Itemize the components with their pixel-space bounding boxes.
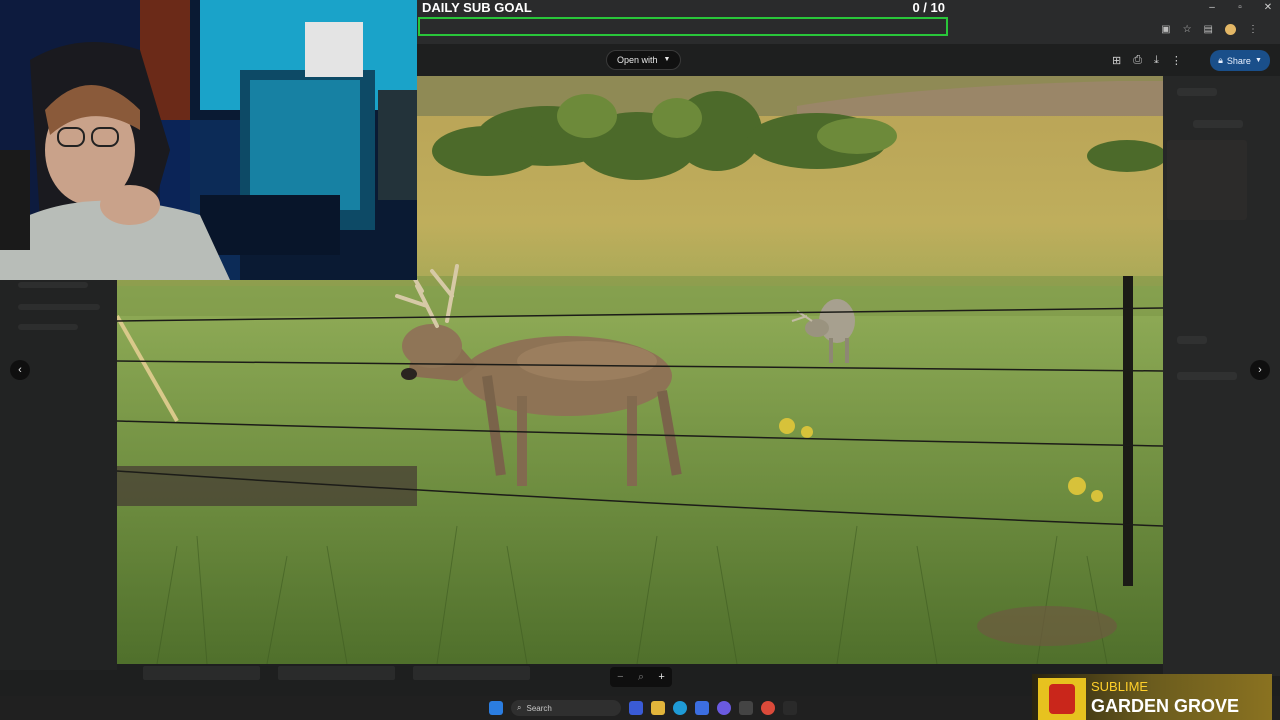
bookmark-star-icon[interactable]: ☆: [1183, 24, 1192, 35]
share-label: Share: [1226, 55, 1251, 66]
faded-text: [18, 282, 88, 288]
now-playing-widget: SUBLIME GARDEN GROVE: [1032, 674, 1272, 720]
viewer-actions: ⊞ ⎙ ⤓ ⋮: [1112, 54, 1182, 67]
faded-text: [1177, 88, 1217, 96]
more-options-icon[interactable]: ⋮: [1171, 54, 1182, 67]
webcam-overlay: [0, 0, 417, 280]
chrome-icon[interactable]: [761, 701, 775, 715]
open-with-label: Open with: [617, 55, 658, 65]
faded-thumbnail: [278, 666, 395, 680]
profile-avatar[interactable]: [1225, 24, 1236, 35]
now-playing-artist: SUBLIME: [1091, 679, 1149, 694]
search-icon: ⌕: [517, 703, 522, 712]
app-icon[interactable]: [739, 701, 753, 715]
close-button[interactable]: ✕: [1262, 2, 1274, 13]
print-icon[interactable]: ⎙: [1133, 54, 1142, 67]
faded-thumbnail: [1167, 140, 1247, 220]
cast-icon[interactable]: ▣: [1161, 24, 1170, 35]
sub-goal-title: DAILY SUB GOAL: [422, 0, 532, 15]
faded-thumbnail: [143, 666, 260, 680]
screen: – ▫ ✕ ▣ ☆ ▤ ⋮ Open with ▼ ⊞ ⎙ ⤓ ⋮ 🔒︎ Sha…: [0, 0, 1280, 720]
dimmed-side-panel-left: [0, 280, 117, 670]
now-playing-title: GARDEN GROVE: [1091, 696, 1240, 716]
chevron-down-icon: ▼: [1254, 57, 1262, 64]
share-button[interactable]: 🔒︎ Share ▼: [1210, 50, 1270, 71]
zoom-controls: − ⌕ +: [610, 667, 672, 687]
chevron-down-icon: ▼: [663, 56, 671, 63]
faded-text: [18, 324, 78, 330]
store-icon[interactable]: [695, 701, 709, 715]
album-art: [1038, 678, 1086, 720]
daily-sub-goal-widget: DAILY SUB GOAL 0 / 10: [417, 0, 948, 40]
taskbar-search[interactable]: ⌕ Search: [511, 700, 621, 716]
sub-goal-progress-bar: [418, 17, 948, 36]
album-art-sun-icon: [1049, 684, 1075, 714]
sub-goal-count: 0 / 10: [912, 0, 945, 15]
download-icon[interactable]: ⤓: [1154, 54, 1159, 67]
edge-browser-icon[interactable]: [673, 701, 687, 715]
faded-thumbnail: [413, 666, 530, 680]
browser-actions: ▣ ☆ ▤ ⋮: [1161, 24, 1258, 35]
zoom-in-button[interactable]: +: [658, 671, 664, 683]
taskbar-icons: ⌕ Search: [489, 700, 797, 716]
obs-icon[interactable]: [783, 701, 797, 715]
window-controls: – ▫ ✕: [1206, 2, 1274, 13]
windows-start-icon[interactable]: [489, 701, 503, 715]
taskbar-search-label: Search: [526, 703, 552, 713]
file-explorer-icon[interactable]: [651, 701, 665, 715]
zoom-out-button[interactable]: −: [617, 671, 623, 683]
minimize-button[interactable]: –: [1206, 2, 1218, 13]
copilot-icon[interactable]: [629, 701, 643, 715]
open-with-button[interactable]: Open with ▼: [606, 50, 682, 70]
next-image-button[interactable]: ›: [1250, 360, 1270, 380]
faded-text: [1177, 336, 1207, 344]
faded-text: [1193, 120, 1243, 128]
faded-text: [1177, 372, 1237, 380]
extensions-icon[interactable]: ▤: [1204, 24, 1213, 35]
zoom-reset-icon[interactable]: ⌕: [638, 671, 644, 684]
discord-icon[interactable]: [717, 701, 731, 715]
webcam-feed: [0, 0, 417, 280]
add-comment-icon[interactable]: ⊞: [1112, 54, 1121, 67]
lock-icon: 🔒︎: [1218, 55, 1223, 65]
faded-text: [18, 304, 100, 310]
restore-button[interactable]: ▫: [1234, 2, 1246, 13]
browser-menu-icon[interactable]: ⋮: [1248, 24, 1258, 35]
previous-image-button[interactable]: ‹: [10, 360, 30, 380]
